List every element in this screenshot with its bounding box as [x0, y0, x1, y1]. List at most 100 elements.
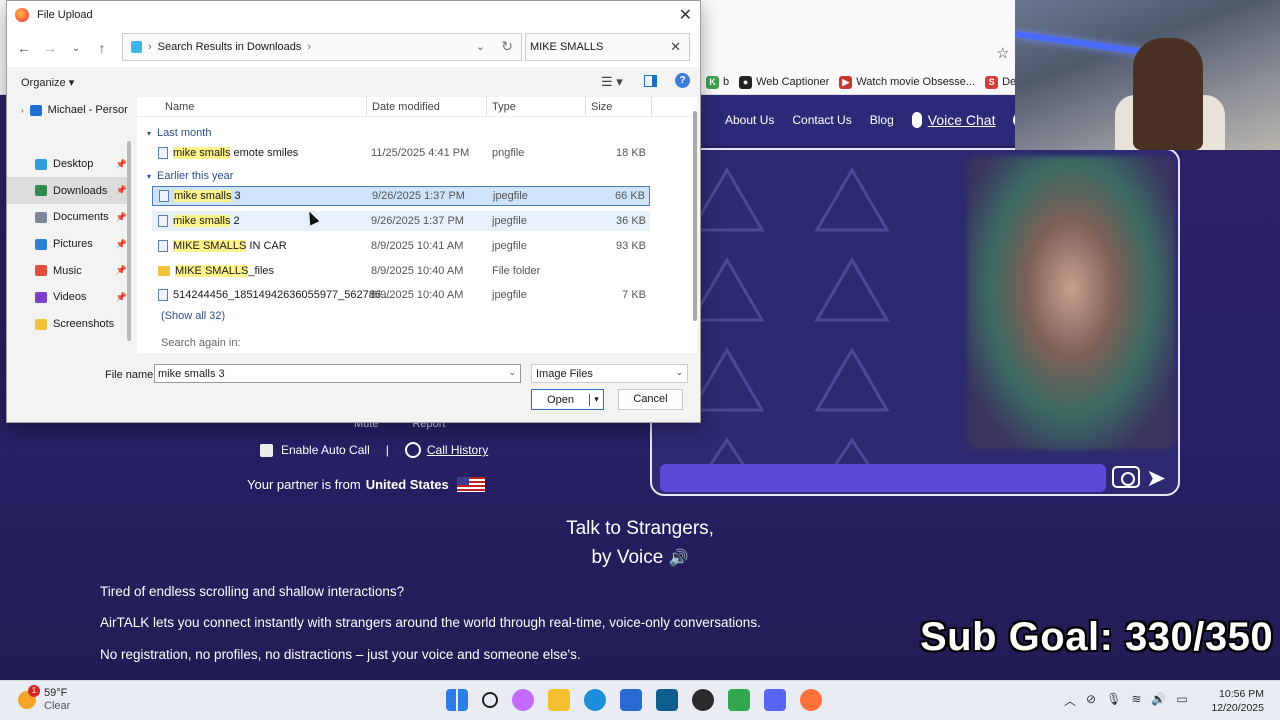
- sidebar-item-music[interactable]: Music 📌: [7, 257, 131, 284]
- edge-icon[interactable]: [584, 689, 606, 711]
- file-explorer-icon[interactable]: [548, 689, 570, 711]
- open-dropdown-icon[interactable]: ▾: [590, 394, 603, 405]
- close-icon[interactable]: ✕: [679, 5, 692, 25]
- search-icon[interactable]: [482, 692, 498, 708]
- show-all-link[interactable]: (Show all 32): [161, 310, 225, 322]
- sidebar-scrollbar[interactable]: [127, 141, 131, 341]
- sidebar-item-desktop[interactable]: Desktop 📌: [7, 151, 131, 178]
- windows-start-icon[interactable]: [446, 689, 468, 711]
- group-earlier-this-year[interactable]: ▾ Earlier this year: [147, 170, 233, 182]
- file-row[interactable]: MIKE SMALLS IN CAR 8/9/2025 10:41 AM jpegf…: [152, 236, 650, 256]
- address-bar[interactable]: › Search Results in Downloads › ⌄ ↻: [122, 33, 522, 61]
- taskbar-clock[interactable]: 10:56 PM 12/20/2025: [1206, 687, 1264, 715]
- show-hidden-icons-icon[interactable]: ︿: [1064, 692, 1076, 709]
- file-row[interactable]: 514244456_18514942636055977_562786... 8/9…: [152, 285, 650, 305]
- obs-icon[interactable]: [692, 689, 714, 711]
- terminal-icon[interactable]: [656, 689, 678, 711]
- github-icon: ●: [739, 75, 753, 89]
- col-size[interactable]: Size: [591, 101, 612, 113]
- help-icon[interactable]: ?: [675, 73, 690, 88]
- intro-paragraph-2: AirTALK lets you connect instantly with …: [100, 615, 761, 630]
- nav-voice-chat[interactable]: Voice Chat: [911, 112, 995, 128]
- address-dropdown-icon[interactable]: ⌄: [476, 40, 485, 53]
- file-row[interactable]: mike smalls 2 9/26/2025 1:37 PM jpegfile 36…: [152, 211, 650, 231]
- battery-icon[interactable]: ▭: [1176, 692, 1187, 709]
- auto-call-checkbox[interactable]: [260, 443, 273, 457]
- view-options-icon[interactable]: ☰ ▾: [601, 74, 623, 90]
- sidebar-item-documents[interactable]: Documents 📌: [7, 204, 131, 231]
- video-icon: ▶: [839, 75, 853, 89]
- sidebar-item-pictures[interactable]: Pictures 📌: [7, 231, 131, 258]
- nav-blog[interactable]: Blog: [870, 113, 894, 127]
- sidebar-item-downloads[interactable]: Downloads 📌: [7, 177, 131, 205]
- app-green-icon[interactable]: [728, 689, 750, 711]
- col-name[interactable]: Name: [165, 101, 194, 113]
- bookmark-star-icon[interactable]: ☆: [996, 44, 1009, 62]
- recent-locations-chevron-icon[interactable]: ⌄: [63, 43, 89, 54]
- taskbar-apps: [446, 689, 822, 711]
- auto-call-label: Enable Auto Call: [281, 443, 370, 457]
- refresh-icon[interactable]: ↻: [501, 38, 513, 55]
- group-last-month[interactable]: ▾ Last month: [147, 127, 211, 139]
- back-arrow-icon[interactable]: ←: [11, 40, 37, 56]
- column-headers: Name Date modified Type Size: [137, 97, 697, 117]
- nav-pane: › Michael - Persor Desktop 📌 Downloads 📌 Docum…: [7, 97, 131, 349]
- file-list-scrollbar[interactable]: [693, 111, 697, 321]
- us-flag-icon: [456, 477, 485, 492]
- camera-icon[interactable]: [1112, 466, 1140, 488]
- up-arrow-icon[interactable]: ↑: [89, 40, 115, 56]
- expand-chevron-icon[interactable]: ›: [21, 106, 24, 115]
- volume-icon[interactable]: 🔊: [1151, 692, 1166, 709]
- pin-icon: 📌: [115, 185, 127, 196]
- weather-badge: 1: [28, 685, 40, 697]
- col-date[interactable]: Date modified: [372, 101, 440, 113]
- cancel-button[interactable]: Cancel: [618, 389, 683, 410]
- filter-dropdown-icon[interactable]: ⌄: [675, 367, 683, 378]
- file-row[interactable]: mike smalls 3 9/26/2025 1:37 PM jpegfile 66…: [152, 186, 650, 206]
- open-button[interactable]: Open ▾: [531, 389, 604, 410]
- partner-location: Your partner is from United States: [247, 477, 485, 492]
- no-internet-icon[interactable]: ⊘: [1086, 692, 1096, 709]
- send-icon[interactable]: ➤: [1146, 464, 1166, 493]
- sub-goal-overlay: Sub Goal: 330/350: [920, 615, 1274, 659]
- bookmark-web-captioner[interactable]: ● Web Captioner: [739, 75, 829, 89]
- organize-button[interactable]: Organize ▾: [21, 76, 74, 89]
- microphone-icon[interactable]: 🎙: [1106, 692, 1121, 709]
- s-icon: S: [985, 75, 999, 89]
- discord-icon[interactable]: [764, 689, 786, 711]
- file-row[interactable]: MIKE SMALLS_files 8/9/2025 10:40 AM File f…: [152, 261, 650, 281]
- file-row[interactable]: mike smalls emote smiles 11/25/2025 4:41 …: [152, 143, 650, 163]
- music-icon: [35, 265, 47, 277]
- file-name-label: File name:: [105, 369, 157, 381]
- call-history-link[interactable]: Call History: [404, 442, 488, 458]
- chat-message-input[interactable]: [660, 464, 1106, 492]
- firefox-icon: [15, 8, 29, 22]
- weather-widget[interactable]: 1 59°F Clear: [18, 685, 70, 713]
- file-name-dropdown-icon[interactable]: ⌄: [508, 367, 516, 378]
- bookmark-watch-movie[interactable]: ▶ Watch movie Obsesse...: [839, 75, 975, 89]
- col-type[interactable]: Type: [492, 101, 516, 113]
- sidebar-item-screenshots[interactable]: Screenshots: [7, 311, 131, 338]
- webcam-overlay: [1015, 0, 1280, 150]
- copilot-icon[interactable]: [512, 689, 534, 711]
- firefox-icon[interactable]: [800, 689, 822, 711]
- forward-arrow-icon[interactable]: →: [37, 40, 63, 56]
- wifi-icon[interactable]: ≋: [1131, 692, 1141, 709]
- nav-about[interactable]: About Us: [725, 113, 774, 127]
- screenshots-icon: [35, 318, 47, 330]
- clear-search-icon[interactable]: ✕: [670, 39, 681, 55]
- bookmarks-bar: Kb ● Web Captioner ▶ Watch movie Obsesse..…: [706, 72, 1040, 92]
- preview-pane-icon[interactable]: [644, 75, 657, 87]
- image-file-icon: [158, 240, 168, 252]
- separator: |: [385, 443, 389, 457]
- site-nav: About Us Contact Us Blog Voice Chat P: [700, 95, 1015, 145]
- sidebar-item-videos[interactable]: Videos 📌: [7, 284, 131, 311]
- search-input[interactable]: MIKE SMALLS ✕: [525, 33, 690, 61]
- nav-contact[interactable]: Contact Us: [792, 113, 851, 127]
- bookmark-b[interactable]: Kb: [706, 75, 729, 89]
- store-icon[interactable]: [620, 689, 642, 711]
- file-type-filter[interactable]: Image Files ⌄: [531, 364, 688, 383]
- sidebar-item-michael-persor[interactable]: › Michael - Persor: [7, 97, 131, 124]
- weather-sun-icon: 1: [18, 685, 40, 709]
- file-name-input[interactable]: mike smalls 3 ⌄: [154, 364, 521, 383]
